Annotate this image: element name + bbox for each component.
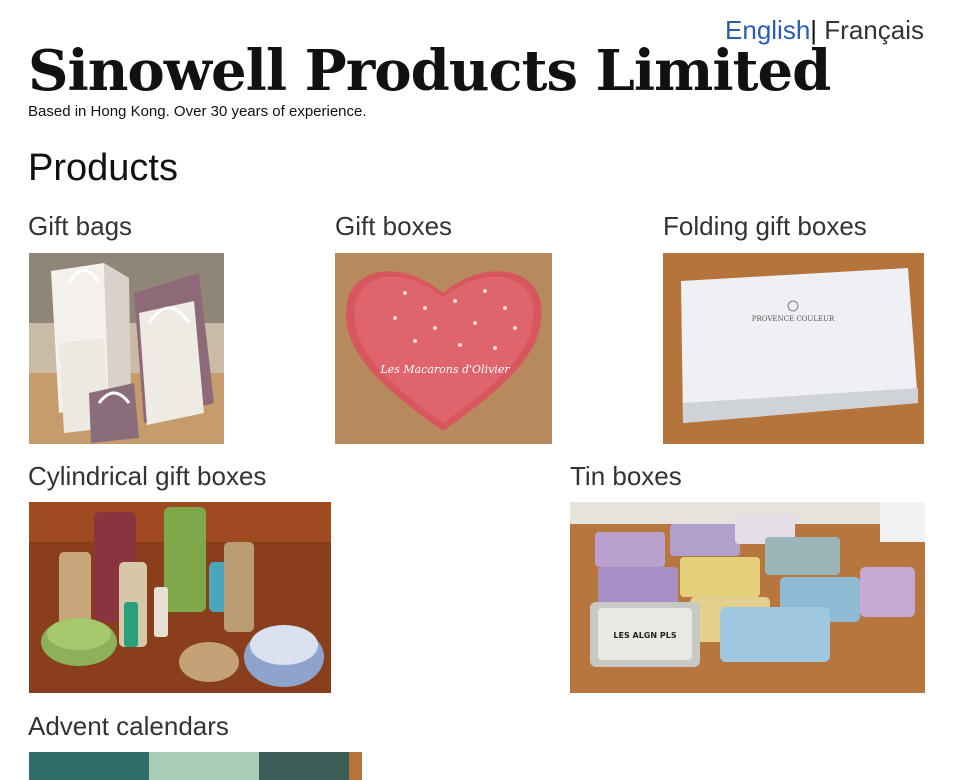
heart-box-brand-text: Les Macarons d'Olivier bbox=[379, 363, 510, 376]
product-gift-boxes: Gift boxes bbox=[335, 210, 452, 242]
product-image-gift-bags[interactable] bbox=[29, 253, 224, 444]
product-title-folding-gift-boxes[interactable]: Folding gift boxes bbox=[663, 210, 867, 242]
product-image-advent-calendars[interactable] bbox=[29, 752, 362, 780]
gift-bags-photo bbox=[29, 253, 224, 444]
product-gift-bags: Gift bags bbox=[28, 210, 132, 242]
products-heading: Products bbox=[28, 147, 178, 189]
product-advent-calendars: Advent calendars bbox=[28, 710, 229, 742]
product-tin-boxes: Tin boxes bbox=[570, 460, 682, 492]
product-image-tin-boxes[interactable]: LES ALGN PLS bbox=[570, 502, 925, 693]
advent-calendar-photo bbox=[29, 752, 362, 780]
product-title-gift-boxes[interactable]: Gift boxes bbox=[335, 210, 452, 242]
site-tagline: Based in Hong Kong. Over 30 years of exp… bbox=[28, 103, 367, 120]
language-french-link[interactable]: Français bbox=[824, 15, 924, 45]
product-image-cylindrical-gift-boxes[interactable] bbox=[29, 502, 331, 693]
product-title-cylindrical-gift-boxes[interactable]: Cylindrical gift boxes bbox=[28, 460, 266, 492]
heart-box-photo: Les Macarons d'Olivier bbox=[335, 253, 552, 444]
folding-box-brand-text: PROVENCE COULEUR bbox=[752, 315, 835, 323]
product-title-tin-boxes[interactable]: Tin boxes bbox=[570, 460, 682, 492]
tins-photo: LES ALGN PLS bbox=[570, 502, 925, 693]
cylinders-photo bbox=[29, 502, 331, 693]
product-image-gift-boxes[interactable]: Les Macarons d'Olivier bbox=[335, 253, 552, 444]
product-cylindrical-gift-boxes: Cylindrical gift boxes bbox=[28, 460, 266, 492]
site-title: Sinowell Products Limited bbox=[28, 38, 831, 104]
product-image-folding-gift-boxes[interactable]: PROVENCE COULEUR bbox=[663, 253, 924, 444]
product-folding-gift-boxes: Folding gift boxes bbox=[663, 210, 867, 242]
tin-box-brand-text: LES ALGN PLS bbox=[613, 631, 676, 640]
product-title-advent-calendars[interactable]: Advent calendars bbox=[28, 710, 229, 742]
folding-box-photo: PROVENCE COULEUR bbox=[663, 253, 924, 444]
product-title-gift-bags[interactable]: Gift bags bbox=[28, 210, 132, 242]
